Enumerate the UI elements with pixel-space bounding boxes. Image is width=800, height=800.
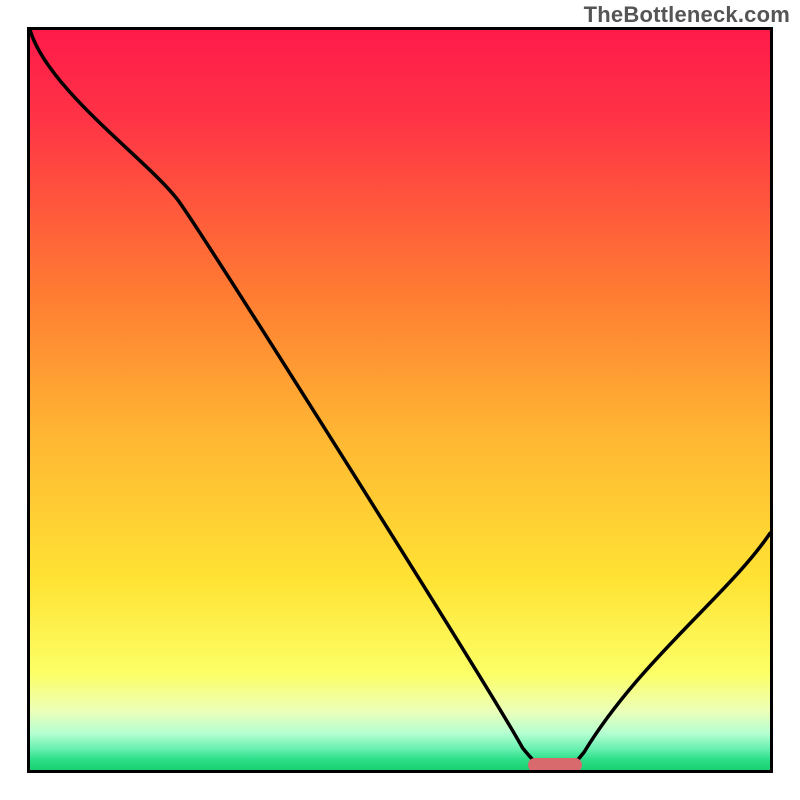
optimal-marker [528,758,582,772]
plot-area [27,27,773,773]
bottleneck-curve [30,30,770,770]
watermark-text: TheBottleneck.com [584,2,790,28]
chart-container: TheBottleneck.com [0,0,800,800]
